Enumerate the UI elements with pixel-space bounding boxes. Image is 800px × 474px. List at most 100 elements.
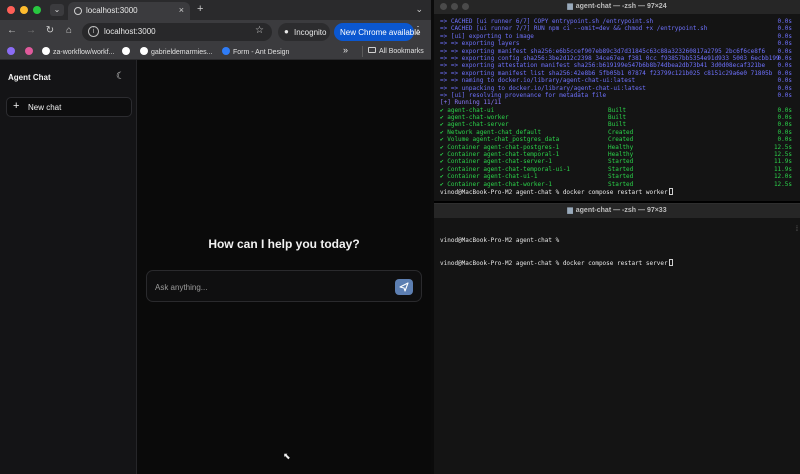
browser-tab[interactable]: localhost:3000 × [68, 2, 190, 20]
status-label: Started [608, 158, 634, 166]
duration-label: 0.0s [777, 84, 792, 92]
terminal-line: => CACHED [ui runner 7/7] RUN npm ci --o… [438, 25, 800, 32]
terminal-line: => CACHED [ui runner 6/7] COPY entrypoin… [438, 18, 800, 25]
bookmark-star-icon[interactable]: ☆ [255, 25, 264, 36]
folder-icon: ▆ [567, 207, 573, 214]
app-title: Agent Chat [8, 73, 51, 82]
agent-chat-app: Agent Chat ☾ + New chat How can I help y… [0, 60, 431, 474]
bookmark-item-ant-design[interactable]: Form - Ant Design [222, 47, 289, 56]
terminal-line-text: => => exporting config sha256:3be2d12c23… [440, 54, 780, 62]
terminal-line-text: => [ui] resolving provenance for metadat… [440, 91, 607, 99]
duration-label: 0.0s [777, 128, 792, 136]
duration-label: 12.0s [773, 173, 792, 181]
terminal-titlebar[interactable]: ▆ agent-chat — -zsh — 97×24 [434, 0, 800, 14]
terminal-line-text: => => unpacking to docker.io/library/age… [440, 84, 646, 92]
chrome-update-button[interactable]: New Chrome available [334, 23, 420, 41]
duration-label: 0.0s [777, 40, 792, 48]
send-icon [399, 282, 409, 292]
back-icon[interactable]: ← [6, 25, 18, 36]
status-label: Healthy [608, 143, 634, 151]
terminal-line: => => exporting manifest sha256:e6b5ccef… [438, 48, 800, 55]
all-bookmarks-button[interactable]: All Bookmarks [368, 47, 424, 55]
bookmark-item-github[interactable] [122, 47, 133, 56]
duration-label: 0.0s [777, 32, 792, 40]
home-icon[interactable]: ⌂ [63, 25, 75, 36]
duration-label: 0.0s [777, 114, 792, 122]
new-chat-button[interactable]: + New chat [6, 97, 132, 117]
greeting-heading: How can I help you today? [208, 237, 360, 251]
duration-label: 0.0s [777, 69, 792, 77]
duration-label: 12.5s [773, 143, 792, 151]
terminal-line: [+] Running 11/11 [438, 99, 800, 106]
terminal-line-text: ✔ Container agent-chat-temporal-ui-1 [440, 165, 571, 173]
forward-icon[interactable]: → [25, 25, 37, 36]
terminal-output: vinod@MacBook-Pro-M2 agent-chat % vinod@… [434, 218, 800, 281]
github-icon [42, 47, 50, 55]
close-tab-icon[interactable]: × [179, 5, 184, 15]
menu-kebab-icon[interactable]: ⋮ [413, 25, 423, 36]
reload-icon[interactable]: ↻ [44, 25, 56, 36]
terminal-line-text: ✔ Container agent-chat-worker-1 [440, 180, 552, 188]
status-label: Started [608, 165, 634, 173]
bookmark-item[interactable] [25, 47, 36, 56]
terminal-line: vinod@MacBook-Pro-M2 agent-chat % [440, 236, 560, 244]
terminal-line-text: => => exporting layers [440, 40, 520, 48]
incognito-icon: ● [284, 27, 289, 36]
terminal-line-text: ✔ Network agent-chat_default [440, 128, 542, 136]
bookmark-item[interactable] [7, 47, 18, 56]
duration-label: 11.9s [773, 158, 792, 166]
minimize-window-button[interactable] [20, 6, 28, 14]
browser-toolbar: ← → ↻ ⌂ i localhost:3000 ☆ ● Incognito N… [0, 20, 431, 44]
bookmark-item-github[interactable]: gabrieldemarmies... [140, 47, 212, 56]
terminal-line: => => unpacking to docker.io/library/age… [438, 85, 800, 92]
terminal-line: vinod@MacBook-Pro-M2 agent-chat % docker… [438, 187, 800, 196]
close-window-button[interactable] [7, 6, 15, 14]
bookmarks-bar: za-workflow/workf... gabrieldemarmies...… [0, 44, 431, 60]
terminal-line-text: ✔ Container agent-chat-temporal-1 [440, 151, 560, 159]
terminal-line: ✔ agent-chat-ui Built 0.0s [438, 107, 800, 114]
terminal-titlebar[interactable]: ▆ agent-chat — -zsh — 97×33 [434, 204, 800, 218]
github-icon [140, 47, 148, 55]
text-caret [668, 187, 673, 195]
address-bar[interactable]: i localhost:3000 ☆ [82, 23, 272, 41]
terminal-line-text: => CACHED [ui runner 6/7] COPY entrypoin… [440, 18, 654, 25]
chrome-update-label: New Chrome available [340, 28, 421, 37]
folder-icon [368, 47, 376, 53]
status-label: Built [608, 121, 627, 129]
incognito-indicator[interactable]: ● Incognito [278, 23, 330, 41]
status-label: Started [608, 180, 634, 188]
scroll-indicator[interactable]: ⁞ [796, 226, 798, 233]
terminal-line: ✔ agent-chat-worker Built 0.0s [438, 114, 800, 121]
chat-input[interactable] [155, 279, 385, 295]
terminal-line: => => exporting attestation manifest sha… [438, 62, 800, 69]
terminal-window-bottom[interactable]: ▆ agent-chat — -zsh — 97×33 vinod@MacBook… [434, 203, 800, 474]
site-info-icon[interactable]: i [88, 26, 99, 37]
zoom-window-button[interactable] [33, 6, 41, 14]
terminal-line-text: => => exporting manifest list sha256:42e… [440, 69, 773, 77]
browser-window: ⌄ localhost:3000 × + ⌄ ← → ↻ ⌂ i localho… [0, 0, 431, 474]
terminal-line: => => naming to docker.io/library/agent-… [438, 77, 800, 84]
send-button[interactable] [395, 279, 413, 295]
duration-label: 0.0s [777, 91, 792, 99]
terminal-line: ✔ Volume agent-chat_postgres_data Created… [438, 136, 800, 143]
status-label: Built [608, 114, 627, 122]
bookmark-item-github[interactable]: za-workflow/workf... [42, 47, 114, 56]
sidebar: Agent Chat ☾ + New chat [0, 60, 137, 474]
app-icon [25, 47, 33, 55]
terminal-line: ✔ agent-chat-server Built 0.0s [438, 121, 800, 128]
terminal-line-text: ✔ Container agent-chat-server-1 [440, 158, 552, 166]
mouse-cursor-icon: ⬉ [283, 451, 291, 461]
terminal-line: ✔ Container agent-chat-temporal-ui-1 Star… [438, 166, 800, 173]
theme-toggle-icon[interactable]: ☾ [116, 71, 125, 82]
divider [362, 46, 363, 57]
more-bookmarks-button[interactable]: » [343, 45, 348, 55]
terminal-line-text: [+] Running 11/11 [440, 99, 502, 107]
terminal-line-text: => => exporting attestation manifest sha… [440, 62, 766, 70]
chevron-down-icon[interactable]: ⌄ [415, 4, 423, 15]
tab-search-icon[interactable]: ⌄ [50, 4, 64, 16]
new-tab-icon[interactable]: + [197, 3, 203, 15]
terminal-title: agent-chat — -zsh — 97×33 [575, 207, 667, 214]
duration-label: 0.0s [777, 47, 792, 55]
status-label: Healthy [608, 151, 634, 159]
terminal-window-top[interactable]: ▆ agent-chat — -zsh — 97×24 => CACHED [ui… [434, 0, 800, 201]
